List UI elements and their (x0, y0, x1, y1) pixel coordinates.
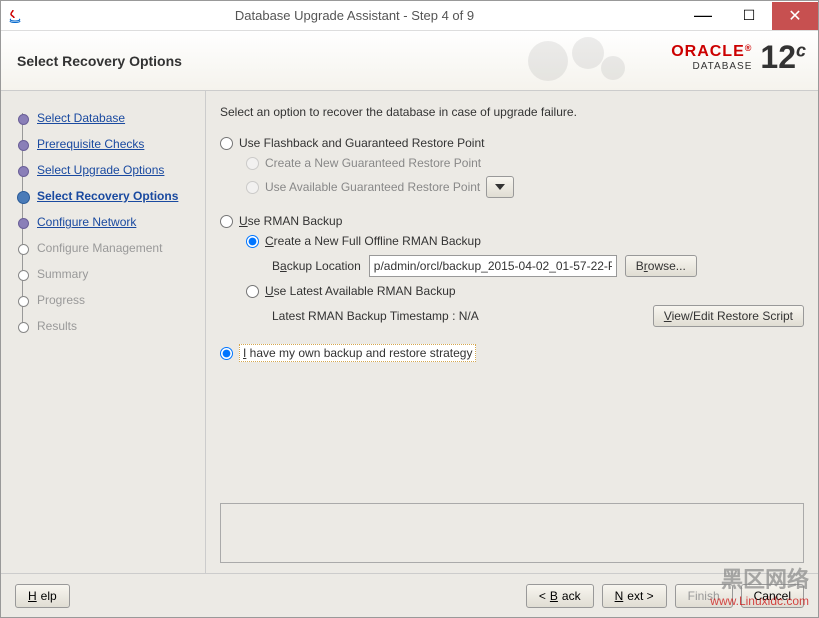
next-button[interactable]: Next > (602, 584, 667, 608)
app-window: Database Upgrade Assistant - Step 4 of 9… (0, 0, 819, 618)
log-output (220, 503, 804, 563)
java-icon (1, 2, 29, 30)
radio-rman[interactable] (220, 215, 233, 228)
step-select-database[interactable]: Select Database (17, 105, 197, 131)
step-configure-management: Configure Management (17, 235, 197, 261)
rman-timestamp-row: Latest RMAN Backup Timestamp : N/A View/… (220, 301, 804, 331)
view-restore-script-button[interactable]: View/Edit Restore Script (653, 305, 804, 327)
radio-own-backup[interactable] (220, 347, 233, 360)
logo-version: 12c (760, 39, 806, 76)
minimize-button[interactable]: — (680, 2, 726, 30)
cancel-button[interactable]: Cancel (741, 584, 804, 608)
step-select-recovery-options: Select Recovery Options (17, 183, 197, 209)
radio-flashback[interactable] (220, 137, 233, 150)
option-flashback-available[interactable]: Use Available Guaranteed Restore Point (220, 173, 804, 201)
option-rman-new[interactable]: Create a New Full Offline RMAN Backup (220, 231, 804, 251)
radio-rman-latest[interactable] (246, 285, 259, 298)
backup-location-row: Backup Location Browse... (220, 251, 804, 281)
intro-text: Select an option to recover the database… (220, 105, 804, 119)
label-rman-latest[interactable]: Use Latest Available RMAN Backup (265, 284, 456, 298)
step-summary: Summary (17, 261, 197, 287)
maximize-button[interactable]: ☐ (726, 2, 772, 30)
rman-timestamp-text: Latest RMAN Backup Timestamp : N/A (272, 309, 479, 323)
radio-flashback-new (246, 157, 259, 170)
help-button[interactable]: Help (15, 584, 70, 608)
label-rman-new[interactable]: Create a New Full Offline RMAN Backup (265, 234, 481, 248)
option-flashback[interactable]: Use Flashback and Guaranteed Restore Poi… (220, 133, 804, 153)
label-flashback[interactable]: Use Flashback and Guaranteed Restore Poi… (239, 136, 484, 150)
label-own-backup[interactable]: I have my own backup and restore strateg… (239, 344, 476, 362)
footer: Help < Back Next > Finish Cancel (1, 573, 818, 617)
back-button[interactable]: < Back (526, 584, 594, 608)
steps-sidebar: Select Database Prerequisite Checks Sele… (1, 91, 206, 573)
label-flashback-available: Use Available Guaranteed Restore Point (265, 180, 480, 194)
flashback-dropdown-button[interactable] (486, 176, 514, 198)
page-title: Select Recovery Options (17, 53, 182, 69)
chevron-down-icon (495, 184, 505, 190)
finish-button: Finish (675, 584, 733, 608)
radio-flashback-available (246, 181, 259, 194)
titlebar[interactable]: Database Upgrade Assistant - Step 4 of 9… (1, 1, 818, 31)
window-controls: — ☐ ✕ (680, 2, 818, 30)
logo-brand: ORACLE® (671, 43, 752, 61)
option-rman-latest[interactable]: Use Latest Available RMAN Backup (220, 281, 804, 301)
option-rman[interactable]: Use RMAN Backup (220, 211, 804, 231)
step-prerequisite-checks[interactable]: Prerequisite Checks (17, 131, 197, 157)
step-progress: Progress (17, 287, 197, 313)
oracle-logo: ORACLE® DATABASE 12c (671, 39, 806, 76)
option-own-backup[interactable]: I have my own backup and restore strateg… (220, 341, 804, 365)
gear-decoration (518, 33, 638, 88)
backup-location-label: Backup Location (272, 259, 361, 273)
step-results: Results (17, 313, 197, 339)
header: Select Recovery Options ORACLE® DATABASE… (1, 31, 818, 91)
step-configure-network[interactable]: Configure Network (17, 209, 197, 235)
browse-button[interactable]: Browse... (625, 255, 697, 277)
close-button[interactable]: ✕ (772, 2, 818, 30)
step-select-upgrade-options[interactable]: Select Upgrade Options (17, 157, 197, 183)
label-rman[interactable]: Use RMAN Backup (239, 214, 342, 228)
option-flashback-new[interactable]: Create a New Guaranteed Restore Point (220, 153, 804, 173)
backup-location-input[interactable] (369, 255, 617, 277)
radio-rman-new[interactable] (246, 235, 259, 248)
body: Select Database Prerequisite Checks Sele… (1, 91, 818, 573)
label-flashback-new: Create a New Guaranteed Restore Point (265, 156, 481, 170)
content-area: Select an option to recover the database… (206, 91, 818, 573)
window-title: Database Upgrade Assistant - Step 4 of 9 (29, 8, 680, 23)
logo-sub: DATABASE (671, 61, 752, 72)
